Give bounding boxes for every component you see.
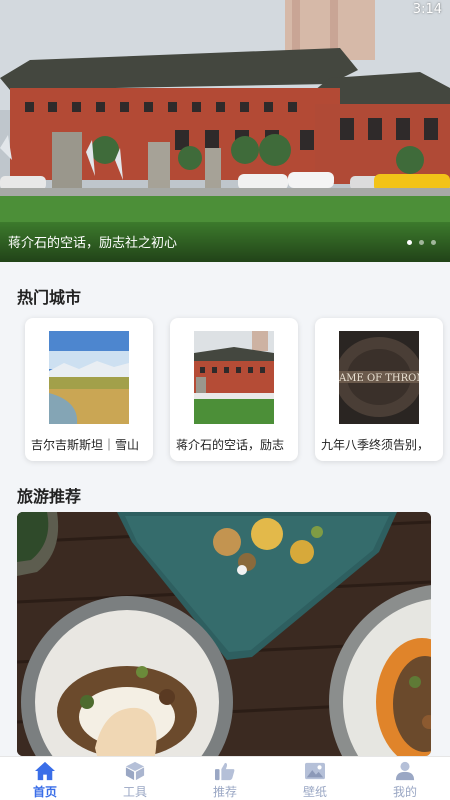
user-icon <box>395 761 415 781</box>
city-card-label: 吉尔吉斯斯坦｜雪山 <box>31 438 140 452</box>
city-card[interactable]: 蒋介石的空话，励志 <box>170 318 298 461</box>
carousel-indicator <box>407 240 436 245</box>
image-icon <box>305 762 325 780</box>
banner-caption: 蒋介石的空话，励志社之初心 <box>8 236 178 251</box>
city-card-label: 蒋介石的空话，励志 <box>176 438 285 452</box>
hot-cities-list: 吉尔吉斯斯坦｜雪山 蒋介石的空话，励志 AME OF THRON 九年八季终须告… <box>25 318 445 463</box>
thumbs-up-icon <box>215 762 235 781</box>
tab-label: 我的 <box>392 785 417 799</box>
city-card-label: 九年八季终须告别， <box>321 438 430 452</box>
bottom-tab-bar: 首页 工具 推荐 壁纸 我的 <box>0 756 450 800</box>
tab-recommend[interactable]: 推荐 <box>180 757 270 800</box>
carousel-dot[interactable] <box>419 240 424 245</box>
tab-tools[interactable]: 工具 <box>90 757 180 800</box>
tab-label: 首页 <box>32 785 57 799</box>
travel-title: 旅游推荐 <box>17 487 82 506</box>
cube-icon <box>125 761 145 781</box>
city-card[interactable]: 吉尔吉斯斯坦｜雪山 <box>25 318 153 461</box>
tab-label: 推荐 <box>212 785 237 799</box>
tab-wallpaper[interactable]: 壁纸 <box>270 757 360 800</box>
hot-cities-title: 热门城市 <box>17 288 82 307</box>
banner-carousel[interactable]: 3:14 蒋介石的空话，励志社之初心 <box>0 0 450 262</box>
city-card[interactable]: AME OF THRON 九年八季终须告别， <box>315 318 443 461</box>
tab-label: 工具 <box>122 785 147 799</box>
tab-profile[interactable]: 我的 <box>360 757 450 800</box>
city-thumbnail: AME OF THRON <box>339 331 419 424</box>
status-bar-time: 3:14 <box>412 2 442 17</box>
travel-image <box>17 512 431 756</box>
travel-recommendation-card[interactable] <box>17 512 431 756</box>
city-thumbnail <box>49 331 129 424</box>
home-icon <box>35 761 55 781</box>
carousel-dot[interactable] <box>431 240 436 245</box>
tab-label: 壁纸 <box>302 785 327 799</box>
svg-text:AME OF THRON: AME OF THRON <box>339 373 419 384</box>
city-thumbnail <box>194 331 274 424</box>
carousel-dot[interactable] <box>407 240 412 245</box>
tab-home[interactable]: 首页 <box>0 757 90 800</box>
